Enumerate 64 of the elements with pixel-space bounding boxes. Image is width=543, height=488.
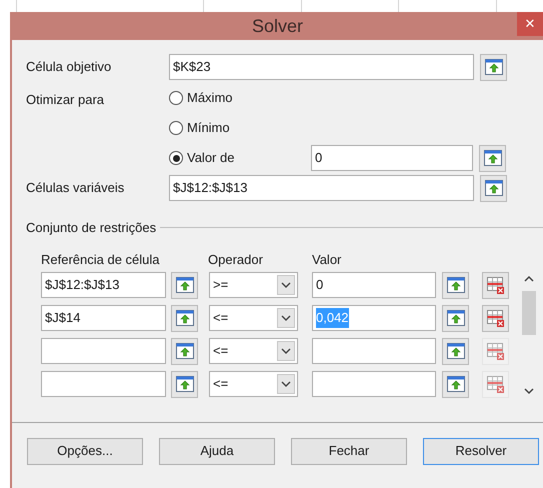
input-field[interactable]: 0	[312, 272, 436, 298]
input-field[interactable]: $J$12:$J$13	[169, 175, 474, 201]
shrink-button[interactable]	[480, 54, 507, 80]
collapse-dialog-icon	[484, 59, 502, 75]
delete-row-button[interactable]	[482, 304, 509, 332]
shrink-button[interactable]	[171, 370, 198, 398]
window-title: Solver	[252, 14, 304, 38]
shrink-button[interactable]	[479, 144, 506, 172]
shrink-button[interactable]	[442, 338, 469, 364]
input-field[interactable]: 0	[311, 145, 473, 171]
scroll-up-icon	[524, 274, 534, 282]
operator-dropdown[interactable]: >=	[209, 272, 298, 298]
shrink-button[interactable]	[171, 272, 198, 298]
chevron-down-icon	[277, 308, 295, 328]
dialog-button[interactable]: Ajuda	[159, 438, 275, 464]
collapse-dialog-icon	[484, 180, 502, 196]
collapse-dialog-icon	[446, 343, 464, 359]
shrink-button[interactable]	[442, 370, 469, 398]
shrink-button[interactable]	[442, 272, 469, 298]
input-field[interactable]: $K$23	[169, 54, 474, 80]
field-label: Otimizar para	[25, 91, 106, 109]
scroll-down-icon	[524, 386, 534, 394]
delete-row-icon	[486, 276, 504, 294]
shrink-button[interactable]	[480, 174, 507, 202]
collapse-dialog-icon	[176, 343, 194, 359]
operator-dropdown[interactable]: <=	[209, 305, 298, 331]
input-field[interactable]	[41, 371, 166, 397]
collapse-dialog-icon	[176, 277, 194, 293]
section-title: Conjunto de restrições	[26, 219, 156, 237]
radio-option[interactable]: Mínimo	[169, 118, 311, 138]
delete-row-icon	[486, 342, 504, 360]
collapse-dialog-icon	[446, 376, 464, 392]
collapse-dialog-icon	[176, 310, 194, 326]
radio-option[interactable]: Valor de	[169, 148, 311, 168]
chevron-down-icon	[277, 275, 295, 295]
chevron-down-icon	[277, 374, 295, 394]
shrink-button[interactable]	[442, 304, 469, 332]
input-field[interactable]: $J$14	[41, 305, 166, 331]
input-field[interactable]	[312, 338, 436, 364]
collapse-dialog-icon	[446, 310, 464, 326]
operator-dropdown[interactable]: <=	[209, 371, 298, 397]
collapse-dialog-icon	[484, 150, 502, 166]
operator-dropdown[interactable]: <=	[209, 338, 298, 364]
shrink-button[interactable]	[171, 304, 198, 332]
field-label: Célula objetivo	[25, 58, 112, 76]
delete-row-icon	[486, 376, 504, 392]
collapse-dialog-icon	[446, 277, 464, 293]
dialog-button[interactable]: Opções...	[27, 438, 143, 464]
delete-row-button[interactable]	[482, 272, 509, 298]
dialog-button[interactable]: Resolver	[423, 438, 539, 464]
close-button[interactable]: ✕	[517, 12, 543, 36]
input-field[interactable]	[312, 371, 436, 397]
column-header: Operador	[208, 250, 264, 269]
collapse-dialog-icon	[176, 376, 194, 392]
input-field[interactable]: $J$12:$J$13	[41, 272, 166, 298]
input-field[interactable]	[41, 338, 166, 364]
column-header: Valor	[312, 250, 342, 269]
shrink-button[interactable]	[171, 338, 198, 364]
delete-row-icon	[486, 310, 504, 326]
column-header: Referência de célula	[41, 250, 161, 269]
radio-option[interactable]: Máximo	[169, 88, 311, 108]
chevron-down-icon	[277, 341, 295, 361]
field-label: Células variáveis	[25, 179, 126, 198]
dialog-button[interactable]: Fechar	[291, 438, 407, 464]
